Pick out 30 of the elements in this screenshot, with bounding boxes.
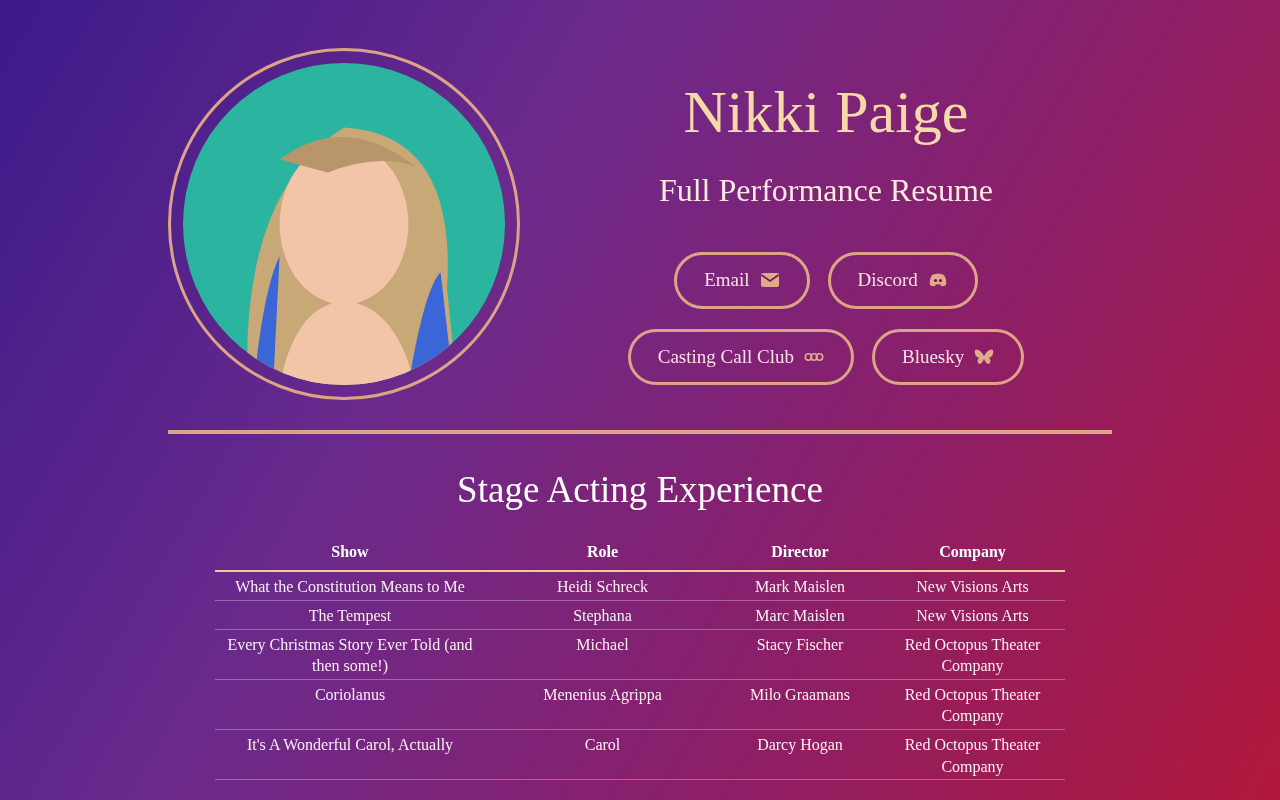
- table-cell: Milo Graamans: [720, 679, 880, 730]
- link-button[interactable]: Discord: [827, 252, 978, 309]
- table-cell: New Visions Arts: [880, 600, 1065, 630]
- table-cell: Red Octopus Theater Company: [880, 679, 1065, 730]
- table-cell: Mark Maislen: [720, 571, 880, 601]
- table-cell: Coriolanus: [215, 679, 485, 730]
- table-cell: Heidi Schreck: [485, 571, 720, 601]
- table-cell: It's A Wonderful Carol, Actually: [215, 729, 485, 780]
- link-button[interactable]: Casting Call Club: [627, 328, 854, 385]
- table-cell: Stephana: [485, 600, 720, 630]
- column-header: Role: [485, 536, 720, 572]
- column-header: Director: [720, 536, 880, 572]
- table-cell: Red Octopus Theater Company: [880, 629, 1065, 680]
- table-cell: Marc Maislen: [720, 600, 880, 630]
- link-button[interactable]: Bluesky: [871, 328, 1025, 385]
- table-cell: Red Octopus Theater Company: [880, 729, 1065, 780]
- table-cell: Stacy Fischer: [720, 629, 880, 680]
- table-cell: Carol: [485, 729, 720, 780]
- table-cell: Michael: [485, 629, 720, 680]
- table-cell: Every Christmas Story Ever Told (and then some!): [215, 629, 485, 680]
- column-header: Company: [880, 536, 1065, 572]
- section-heading: Stage Acting Experience: [456, 468, 824, 512]
- table-cell: What the Constitution Means to Me: [215, 571, 485, 601]
- table-cell: The Tempest: [215, 600, 485, 630]
- subtitle: Full Performance Resume: [657, 171, 995, 210]
- table-cell: Darcy Hogan: [720, 729, 880, 780]
- link-button[interactable]: Email: [674, 252, 810, 309]
- column-header: Show: [215, 536, 485, 572]
- table-cell: Menenius Agrippa: [485, 679, 720, 730]
- table-cell: New Visions Arts: [880, 571, 1065, 601]
